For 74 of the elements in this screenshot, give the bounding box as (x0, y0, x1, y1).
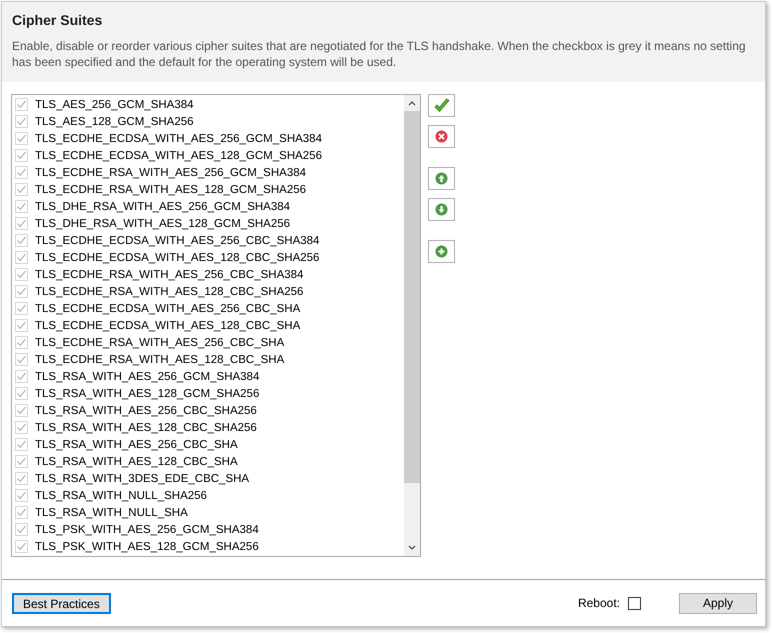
checkbox[interactable] (15, 285, 28, 298)
cipher-suite-name[interactable]: TLS_ECDHE_RSA_WITH_AES_256_CBC_SHA (35, 336, 284, 348)
cipher-suite-name[interactable]: TLS_ECDHE_RSA_WITH_AES_128_CBC_SHA256 (35, 286, 304, 298)
checkbox[interactable] (15, 336, 28, 349)
checkbox[interactable] (15, 523, 28, 536)
cipher-suite-name[interactable]: TLS_ECDHE_ECDSA_WITH_AES_128_GCM_SHA256 (35, 150, 322, 162)
checkbox[interactable] (15, 353, 28, 366)
checkbox[interactable] (15, 489, 28, 502)
checkbox[interactable] (15, 115, 28, 128)
apply-button[interactable]: Apply (679, 592, 757, 614)
checkbox[interactable] (15, 438, 28, 451)
checkbox[interactable] (15, 268, 28, 281)
cipher-suite-name[interactable]: TLS_ECDHE_ECDSA_WITH_AES_256_CBC_SHA (35, 302, 300, 314)
cipher-suite-name[interactable]: TLS_ECDHE_RSA_WITH_AES_256_GCM_SHA384 (35, 166, 306, 178)
checkbox[interactable] (15, 132, 28, 145)
cipher-suite-name[interactable]: TLS_RSA_WITH_AES_256_GCM_SHA384 (35, 370, 260, 382)
cipher-suite-name[interactable]: TLS_RSA_WITH_AES_256_CBC_SHA256 (35, 404, 257, 416)
checkbox[interactable] (15, 506, 28, 519)
close-icon (435, 130, 448, 143)
section-title: Cipher Suites (12, 12, 104, 28)
checkbox[interactable] (15, 234, 28, 247)
checkbox[interactable] (15, 217, 28, 230)
cipher-suite-name[interactable]: TLS_DHE_RSA_WITH_AES_256_GCM_SHA384 (35, 200, 290, 212)
checkbox[interactable] (15, 319, 28, 332)
checkbox[interactable] (15, 302, 28, 315)
add-button[interactable] (428, 240, 455, 263)
checkbox[interactable] (15, 455, 28, 468)
cipher-suite-name[interactable]: TLS_RSA_WITH_AES_128_CBC_SHA (35, 456, 238, 468)
cipher-suite-name[interactable]: TLS_PSK_WITH_AES_256_GCM_SHA384 (35, 524, 259, 536)
checkmark-icon (432, 98, 450, 114)
cipher-suite-name[interactable]: TLS_RSA_WITH_3DES_EDE_CBC_SHA (35, 472, 250, 484)
checkbox[interactable] (15, 421, 28, 434)
checkbox[interactable] (15, 98, 28, 111)
cipher-suite-name[interactable]: TLS_ECDHE_ECDSA_WITH_AES_128_CBC_SHA256 (35, 252, 320, 264)
disable-button[interactable] (428, 125, 455, 148)
scrollbar[interactable] (404, 95, 420, 556)
down-button[interactable] (428, 198, 455, 221)
scroll-up-icon[interactable] (408, 101, 416, 106)
checkbox[interactable] (15, 472, 28, 485)
checkbox[interactable] (15, 183, 28, 196)
cipher-suite-name[interactable]: TLS_ECDHE_ECDSA_WITH_AES_128_CBC_SHA (35, 320, 300, 332)
cipher-suite-name[interactable]: TLS_ECDHE_RSA_WITH_AES_128_GCM_SHA256 (35, 184, 306, 196)
arrow-up-icon (435, 172, 448, 185)
cipher-suite-name[interactable]: TLS_AES_128_GCM_SHA256 (35, 116, 194, 128)
cipher-suite-name[interactable]: TLS_ECDHE_RSA_WITH_AES_256_CBC_SHA384 (35, 268, 304, 280)
scroll-down-icon[interactable] (408, 545, 416, 550)
cipher-suite-name[interactable]: TLS_RSA_WITH_AES_128_GCM_SHA256 (35, 388, 260, 400)
cipher-suite-name[interactable]: TLS_ECDHE_ECDSA_WITH_AES_256_GCM_SHA384 (35, 132, 322, 144)
plus-icon (435, 245, 448, 258)
reboot-checkbox[interactable] (628, 596, 641, 610)
cipher-suite-name[interactable]: TLS_DHE_RSA_WITH_AES_128_GCM_SHA256 (35, 218, 290, 230)
up-button[interactable] (428, 167, 455, 190)
checkbox[interactable] (15, 251, 28, 264)
cipher-suite-name[interactable]: TLS_RSA_WITH_NULL_SHA256 (35, 490, 207, 502)
reboot-label: Reboot: (578, 596, 620, 610)
cipher-suite-name[interactable]: TLS_AES_256_GCM_SHA384 (35, 98, 194, 110)
arrow-down-icon (435, 203, 448, 216)
cipher-suite-name[interactable]: TLS_ECDHE_RSA_WITH_AES_128_CBC_SHA (35, 354, 284, 366)
checkbox[interactable] (15, 404, 28, 417)
best-practices-button[interactable]: Best Practices (12, 592, 111, 614)
checkbox[interactable] (15, 149, 28, 162)
cipher-suite-name[interactable]: TLS_RSA_WITH_NULL_SHA (35, 506, 188, 518)
cipher-suite-name[interactable]: TLS_ECDHE_ECDSA_WITH_AES_256_CBC_SHA384 (35, 234, 320, 246)
checkbox[interactable] (15, 166, 28, 179)
enable-button[interactable] (428, 94, 455, 117)
scrollbar-thumb[interactable] (404, 111, 420, 483)
cipher-suite-name[interactable]: TLS_RSA_WITH_AES_128_CBC_SHA256 (35, 422, 257, 434)
checkbox[interactable] (15, 387, 28, 400)
cipher-suite-name[interactable]: TLS_PSK_WITH_AES_128_GCM_SHA256 (35, 540, 259, 552)
checkbox[interactable] (15, 200, 28, 213)
checkbox[interactable] (15, 370, 28, 383)
cipher-suite-name[interactable]: TLS_RSA_WITH_AES_256_CBC_SHA (35, 438, 238, 450)
checkbox[interactable] (15, 540, 28, 553)
description-text: Enable, disable or reorder various cipher suites that are negotiated for the TLS handshake. When the checkbox is grey it means no setting has been specified and the default for the operating system will be used. (12, 38, 747, 70)
